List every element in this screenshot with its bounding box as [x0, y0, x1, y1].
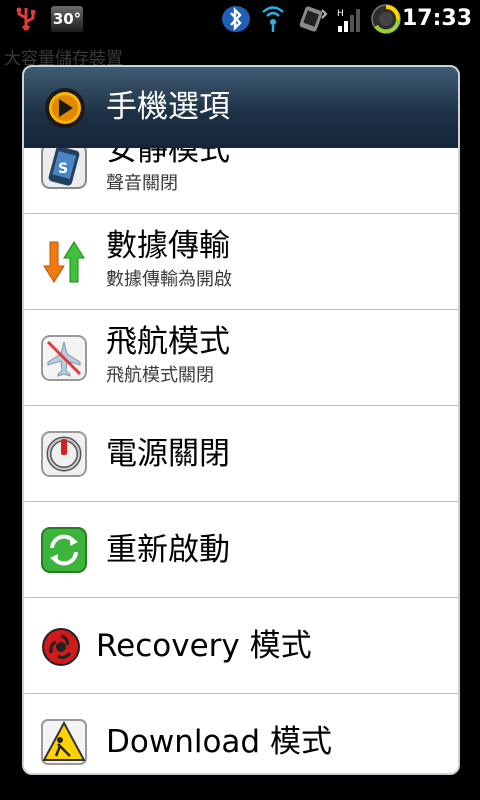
wifi-icon: [262, 6, 284, 32]
option-label: 安靜模式: [106, 148, 230, 168]
option-recovery-mode[interactable]: Recovery 模式: [24, 598, 458, 694]
option-subtitle: 飛航模式關閉: [106, 365, 214, 386]
data-transfer-icon: [43, 241, 85, 283]
download-mode-icon: [41, 719, 87, 765]
option-reboot[interactable]: 重新啟動: [24, 502, 458, 598]
option-label: Download 模式: [106, 724, 332, 760]
option-data-transfer[interactable]: 數據傳輸 數據傳輸為開啟: [24, 214, 458, 310]
usb-icon: [16, 7, 35, 31]
dialog-title: 手機選項: [106, 89, 230, 125]
silent-mode-icon: S: [41, 148, 87, 189]
bluetooth-icon: [222, 6, 250, 32]
options-list[interactable]: S 安靜模式 聲音關閉 數據傳輸 數據傳輸為開啟 飛航模式 飛航模式關閉 電源關…: [24, 148, 458, 773]
option-label: Recovery 模式: [96, 628, 312, 664]
option-download-mode[interactable]: Download 模式: [24, 694, 458, 773]
play-circle-icon: [45, 88, 85, 128]
dialog-header: 手機選項: [24, 67, 458, 148]
option-label: 電源關閉: [106, 436, 230, 472]
option-airplane-mode[interactable]: 飛航模式 飛航模式關閉: [24, 310, 458, 406]
option-silent-mode[interactable]: S 安靜模式 聲音關閉: [24, 148, 458, 214]
option-label: 飛航模式: [106, 324, 230, 360]
airplane-mode-icon: [41, 335, 87, 381]
signal-icon: H: [337, 9, 360, 32]
temperature-icon: 30°: [51, 6, 83, 32]
phone-options-dialog: 手機選項 S 安靜模式 聲音關閉 數據傳輸 數據傳輸為開啟 飛航模式 飛航模式關…: [22, 65, 460, 775]
battery-icon: [371, 4, 401, 34]
option-subtitle: 數據傳輸為開啟: [106, 269, 232, 290]
option-label: 重新啟動: [106, 532, 230, 568]
recovery-icon: [42, 628, 80, 666]
option-subtitle: 聲音關閉: [106, 173, 178, 194]
data-sync-icon: [299, 6, 328, 32]
reboot-icon: [41, 527, 87, 573]
svg-text:H: H: [337, 9, 344, 19]
clock-time: 17:33: [401, 6, 472, 31]
option-power-off[interactable]: 電源關閉: [24, 406, 458, 502]
option-label: 數據傳輸: [106, 228, 230, 264]
power-off-icon: [41, 431, 87, 477]
svg-text:S: S: [58, 161, 68, 177]
status-bar: 30° H 17:33: [0, 0, 480, 38]
